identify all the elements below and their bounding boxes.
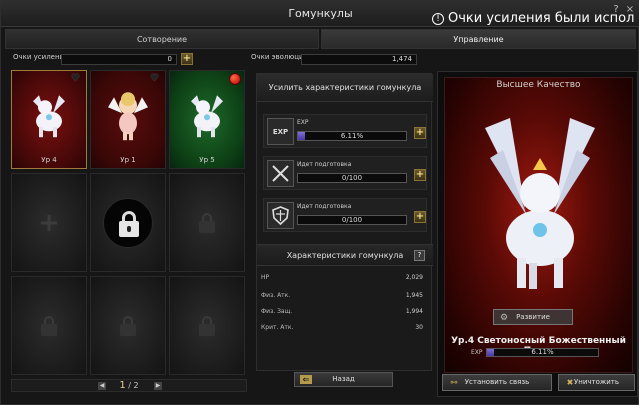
stat-value: 1,945 bbox=[405, 292, 423, 299]
exp-label: EXP bbox=[471, 349, 483, 356]
apple-icon bbox=[229, 73, 241, 85]
enhance-panel: Усилить характеристики гомункула EXP EXP… bbox=[256, 73, 433, 371]
tab-creation[interactable]: Сотворение bbox=[5, 29, 319, 49]
develop-button[interactable]: ⚙ Развитие bbox=[493, 309, 573, 325]
tab-bar: Сотворение Управление bbox=[5, 29, 636, 49]
locked-slot-unlockable[interactable] bbox=[90, 173, 166, 272]
stat-name: HP bbox=[261, 274, 270, 281]
stat-name: Физ. Атк. bbox=[261, 292, 291, 299]
stat-row-patk: Физ. Атк. 1,945 bbox=[261, 292, 427, 306]
pet-portrait-frame bbox=[444, 77, 633, 373]
add-exp-button[interactable]: + bbox=[414, 127, 426, 139]
evolution-points-value: 1,474 bbox=[301, 54, 417, 65]
enhance-row-label: Идет подготовка bbox=[297, 203, 352, 210]
attack-enhance-row: Идет подготовка 0/100 + bbox=[263, 156, 427, 190]
arrow-left-icon: ⇐ bbox=[300, 375, 312, 384]
cherub-icon bbox=[108, 91, 148, 140]
stat-name: Физ. Защ. bbox=[261, 308, 293, 315]
develop-button-label: Развитие bbox=[516, 313, 550, 321]
add-boost-button[interactable]: + bbox=[181, 53, 193, 65]
favorite-heart-icon[interactable]: ♥ bbox=[71, 74, 82, 84]
locked-slot bbox=[169, 276, 245, 375]
slot-level: Ур 1 bbox=[120, 156, 136, 164]
lock-icon bbox=[199, 212, 215, 233]
detail-exp-text: 6.11% bbox=[531, 348, 554, 356]
defense-progress-bar: 0/100 bbox=[297, 215, 407, 225]
slot-level: Ур 5 bbox=[199, 156, 215, 164]
current-page: 1 bbox=[119, 380, 126, 391]
pagination: ◀ 1 / 2 ▶ bbox=[11, 379, 247, 392]
pegasus-icon bbox=[33, 94, 65, 137]
lock-icon bbox=[103, 197, 153, 248]
back-button-label: Назад bbox=[332, 375, 355, 383]
exp-progress-fill bbox=[298, 132, 305, 140]
bond-button[interactable]: ⚯ Установить связь bbox=[442, 374, 552, 391]
defense-progress-text: 0/100 bbox=[341, 216, 363, 224]
detail-exp-bar: 6.11% bbox=[486, 348, 599, 357]
plus-icon: + bbox=[38, 207, 60, 238]
homunculus-slot-3[interactable]: Ур 5 bbox=[169, 70, 245, 169]
stat-row-crit: Крит. Атк. 30 bbox=[261, 324, 427, 338]
total-pages: 2 bbox=[133, 381, 139, 390]
trash-icon: ✖ bbox=[566, 378, 574, 387]
exclamation-icon: ! bbox=[432, 12, 444, 25]
defense-enhance-row: Идет подготовка 0/100 + bbox=[263, 198, 427, 232]
enhance-row-label: EXP bbox=[297, 119, 309, 126]
enhance-title: Усилить характеристики гомункула bbox=[257, 74, 433, 102]
exp-icon: EXP bbox=[267, 118, 294, 145]
next-page-button[interactable]: ▶ bbox=[154, 382, 162, 390]
slot-level: Ур 4 bbox=[41, 156, 57, 164]
pegasus-icon bbox=[191, 94, 223, 137]
attack-progress-text: 0/100 bbox=[341, 174, 363, 182]
destroy-button-label: Уничтожить bbox=[574, 378, 619, 386]
characteristics-title: Характеристики гомункула bbox=[286, 251, 404, 260]
characteristics-header: Характеристики гомункула ? bbox=[257, 244, 433, 266]
stat-value: 1,994 bbox=[405, 308, 423, 315]
locked-slot bbox=[169, 173, 245, 272]
lock-icon bbox=[41, 315, 57, 336]
evolution-points-label: Очки эволюции bbox=[251, 53, 309, 61]
stat-value: 2,029 bbox=[405, 274, 423, 281]
notice-text: Очки усиления были использованы bbox=[448, 11, 634, 26]
favorite-heart-icon[interactable]: ♥ bbox=[150, 74, 161, 84]
homunculus-detail-panel: Высшее Качество ⚙ Развитие Ур.4 Светонос… bbox=[437, 71, 638, 397]
lock-icon bbox=[120, 315, 136, 336]
quality-label: Высшее Качество bbox=[496, 80, 581, 90]
stat-value: 30 bbox=[415, 324, 423, 331]
stat-row-hp: HP 2,029 bbox=[261, 274, 427, 288]
add-defense-button[interactable]: + bbox=[414, 211, 426, 223]
destroy-button[interactable]: ✖ Уничтожить bbox=[558, 374, 635, 391]
add-attack-button[interactable]: + bbox=[414, 169, 426, 181]
locked-slot bbox=[90, 276, 166, 375]
attack-progress-bar: 0/100 bbox=[297, 173, 407, 183]
bond-button-label: Установить связь bbox=[464, 378, 530, 386]
empty-slot[interactable]: + bbox=[11, 173, 87, 272]
characteristics-help-button[interactable]: ? bbox=[414, 250, 425, 261]
exp-enhance-row: EXP EXP 6.11% + bbox=[263, 114, 427, 148]
homunculus-slot-grid: ♥ Ур 4 ♥ Ур 1 Ур 5 + bbox=[11, 70, 247, 375]
shield-icon bbox=[267, 202, 294, 229]
tab-management[interactable]: Управление bbox=[321, 29, 636, 49]
crossed-swords-icon bbox=[267, 160, 294, 187]
stat-row-pdef: Физ. Защ. 1,994 bbox=[261, 308, 427, 322]
homunculus-window: Гомункулы ? × ! Очки усиления были испол… bbox=[0, 0, 639, 405]
system-notice: ! Очки усиления были использованы bbox=[432, 11, 634, 26]
enhance-row-label: Идет подготовка bbox=[297, 161, 352, 168]
pegasus-portrait bbox=[485, 118, 595, 289]
exp-progress-bar: 6.11% bbox=[297, 131, 407, 141]
detail-exp-fill bbox=[487, 349, 494, 356]
homunculus-slot-2[interactable]: ♥ Ур 1 bbox=[90, 70, 166, 169]
exp-progress-text: 6.11% bbox=[340, 132, 364, 140]
boost-points-value: 0 bbox=[61, 54, 177, 65]
homunculus-slot-1[interactable]: ♥ Ур 4 bbox=[11, 70, 87, 169]
locked-slot bbox=[11, 276, 87, 375]
stat-name: Крит. Атк. bbox=[261, 324, 294, 331]
back-button[interactable]: ⇐ Назад bbox=[294, 372, 393, 387]
link-icon: ⚯ bbox=[450, 378, 458, 387]
gear-icon: ⚙ bbox=[500, 313, 509, 323]
lock-icon bbox=[199, 315, 215, 336]
prev-page-button[interactable]: ◀ bbox=[98, 382, 106, 390]
